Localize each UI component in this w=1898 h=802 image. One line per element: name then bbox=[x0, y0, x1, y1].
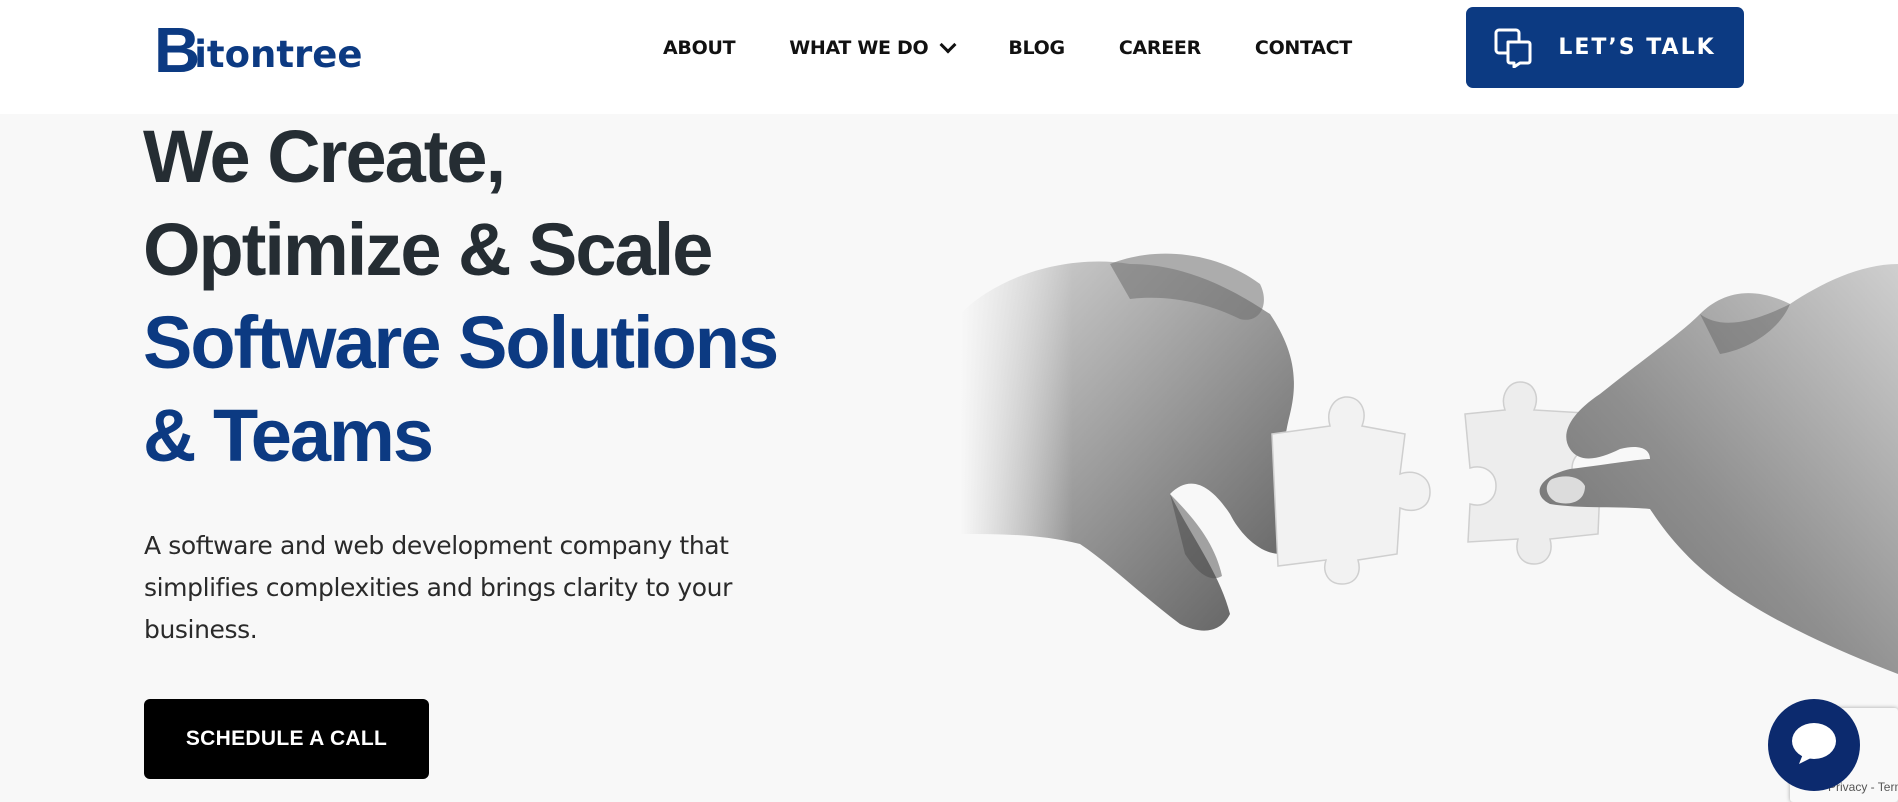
nav-item-what-we-do[interactable]: WHAT WE DO bbox=[789, 36, 957, 59]
logo-wordmark: itontree bbox=[194, 33, 363, 76]
nav-item-contact[interactable]: CONTACT bbox=[1255, 37, 1352, 59]
logo-initial: B bbox=[154, 14, 200, 86]
nav-item-label: CONTACT bbox=[1254, 37, 1352, 59]
hero-title-line-4: & Teams bbox=[143, 394, 434, 477]
nav-item-label: ABOUT bbox=[663, 37, 736, 59]
hero-title-line-3: Software Solutions bbox=[143, 301, 779, 384]
hero-description: A software and web development company t… bbox=[144, 531, 732, 644]
nav-item-about[interactable]: ABOUT bbox=[663, 37, 736, 59]
nav-item-career[interactable]: CAREER bbox=[1119, 37, 1201, 59]
chat-bubbles-icon bbox=[1494, 28, 1532, 68]
chat-widget-button[interactable] bbox=[1768, 699, 1860, 791]
schedule-call-button[interactable]: SCHEDULE A CALL bbox=[144, 699, 429, 779]
page: B itontree ABOUT WHAT WE DO BLOG CAREER … bbox=[0, 0, 1898, 802]
hands-puzzle-image bbox=[960, 114, 1898, 802]
main-nav: ABOUT WHAT WE DO BLOG CAREER CONTACT bbox=[663, 0, 1352, 96]
hero-title-line-2: Optimize & Scale bbox=[143, 208, 713, 291]
hero-title: We Create, Optimize & Scale Software Sol… bbox=[143, 110, 779, 482]
nav-item-label: CAREER bbox=[1118, 37, 1201, 59]
nav-item-blog[interactable]: BLOG bbox=[1008, 37, 1065, 59]
site-header: B itontree ABOUT WHAT WE DO BLOG CAREER … bbox=[0, 0, 1898, 114]
hero-title-line-1: We Create, bbox=[143, 115, 506, 198]
bitontree-logo[interactable]: B itontree bbox=[154, 14, 363, 86]
lets-talk-button[interactable]: LET’S TALK bbox=[1466, 7, 1744, 88]
chat-icon bbox=[1789, 720, 1839, 771]
nav-item-label: WHAT WE DO bbox=[789, 37, 929, 59]
lets-talk-label: LET’S TALK bbox=[1558, 35, 1716, 60]
chevron-down-icon bbox=[939, 36, 957, 54]
nav-item-label: BLOG bbox=[1008, 37, 1065, 59]
